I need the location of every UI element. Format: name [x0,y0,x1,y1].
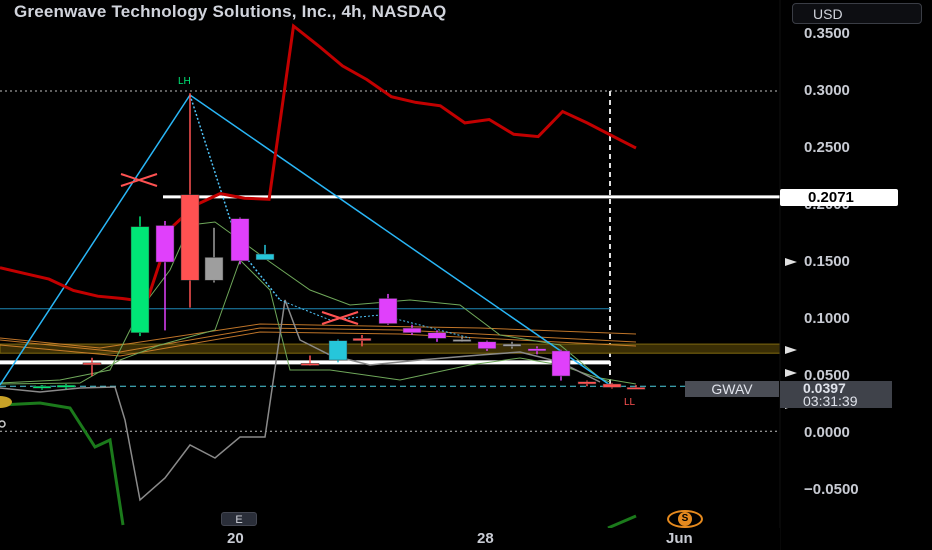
time-label: 20 [227,530,244,547]
candle-body [352,338,372,341]
earnings-event-marker[interactable]: E [221,512,257,526]
lower-high-label: LH [178,76,191,87]
time-axis-bg [0,528,780,550]
candle-body [82,362,102,366]
candle-body [230,218,250,262]
split-event-marker[interactable]: S [667,510,703,528]
candle-body [626,387,646,390]
candle-body [32,386,52,389]
candle-body [577,381,597,385]
candle-body [155,225,175,263]
symbol-tag: GWAV [685,381,779,397]
chart-title: Greenwave Technology Solutions, Inc., 4h… [14,2,447,21]
candle-body [204,257,224,281]
time-label: 28 [477,530,494,547]
candle-body [602,383,622,388]
candle-body [551,350,571,377]
lower-low-label: LL [624,397,636,408]
price-tick: −0.0500 [804,481,859,498]
candle-body [452,339,472,342]
price-tick: 0.0000 [804,424,850,441]
currency-button[interactable]: USD [792,3,922,24]
price-tick: 0.1000 [804,310,850,327]
candle-body [527,348,547,352]
time-label: Jun [666,530,693,547]
candle-body [477,341,497,349]
level-price-tag[interactable]: 0.2071 [780,189,898,206]
candle-body [300,363,320,366]
candle-body [378,298,398,324]
price-tick: 0.3500 [804,25,850,42]
price-tick: 0.2500 [804,139,850,156]
bar-countdown: 03:31:39 [803,393,858,409]
candle-body [130,226,150,333]
candle-body [255,253,275,260]
price-tick: 0.3000 [804,82,850,99]
price-chart[interactable] [0,0,932,550]
candle-body [402,327,422,333]
candle-body [180,194,200,281]
candle-body [328,340,348,361]
candle-body [427,332,447,339]
candle-body [56,384,76,388]
split-event-label: S [678,512,692,526]
last-price-tag: 0.0397 03:31:39 [780,381,892,408]
price-tick: 0.1500 [804,253,850,270]
candle-body [502,343,522,347]
